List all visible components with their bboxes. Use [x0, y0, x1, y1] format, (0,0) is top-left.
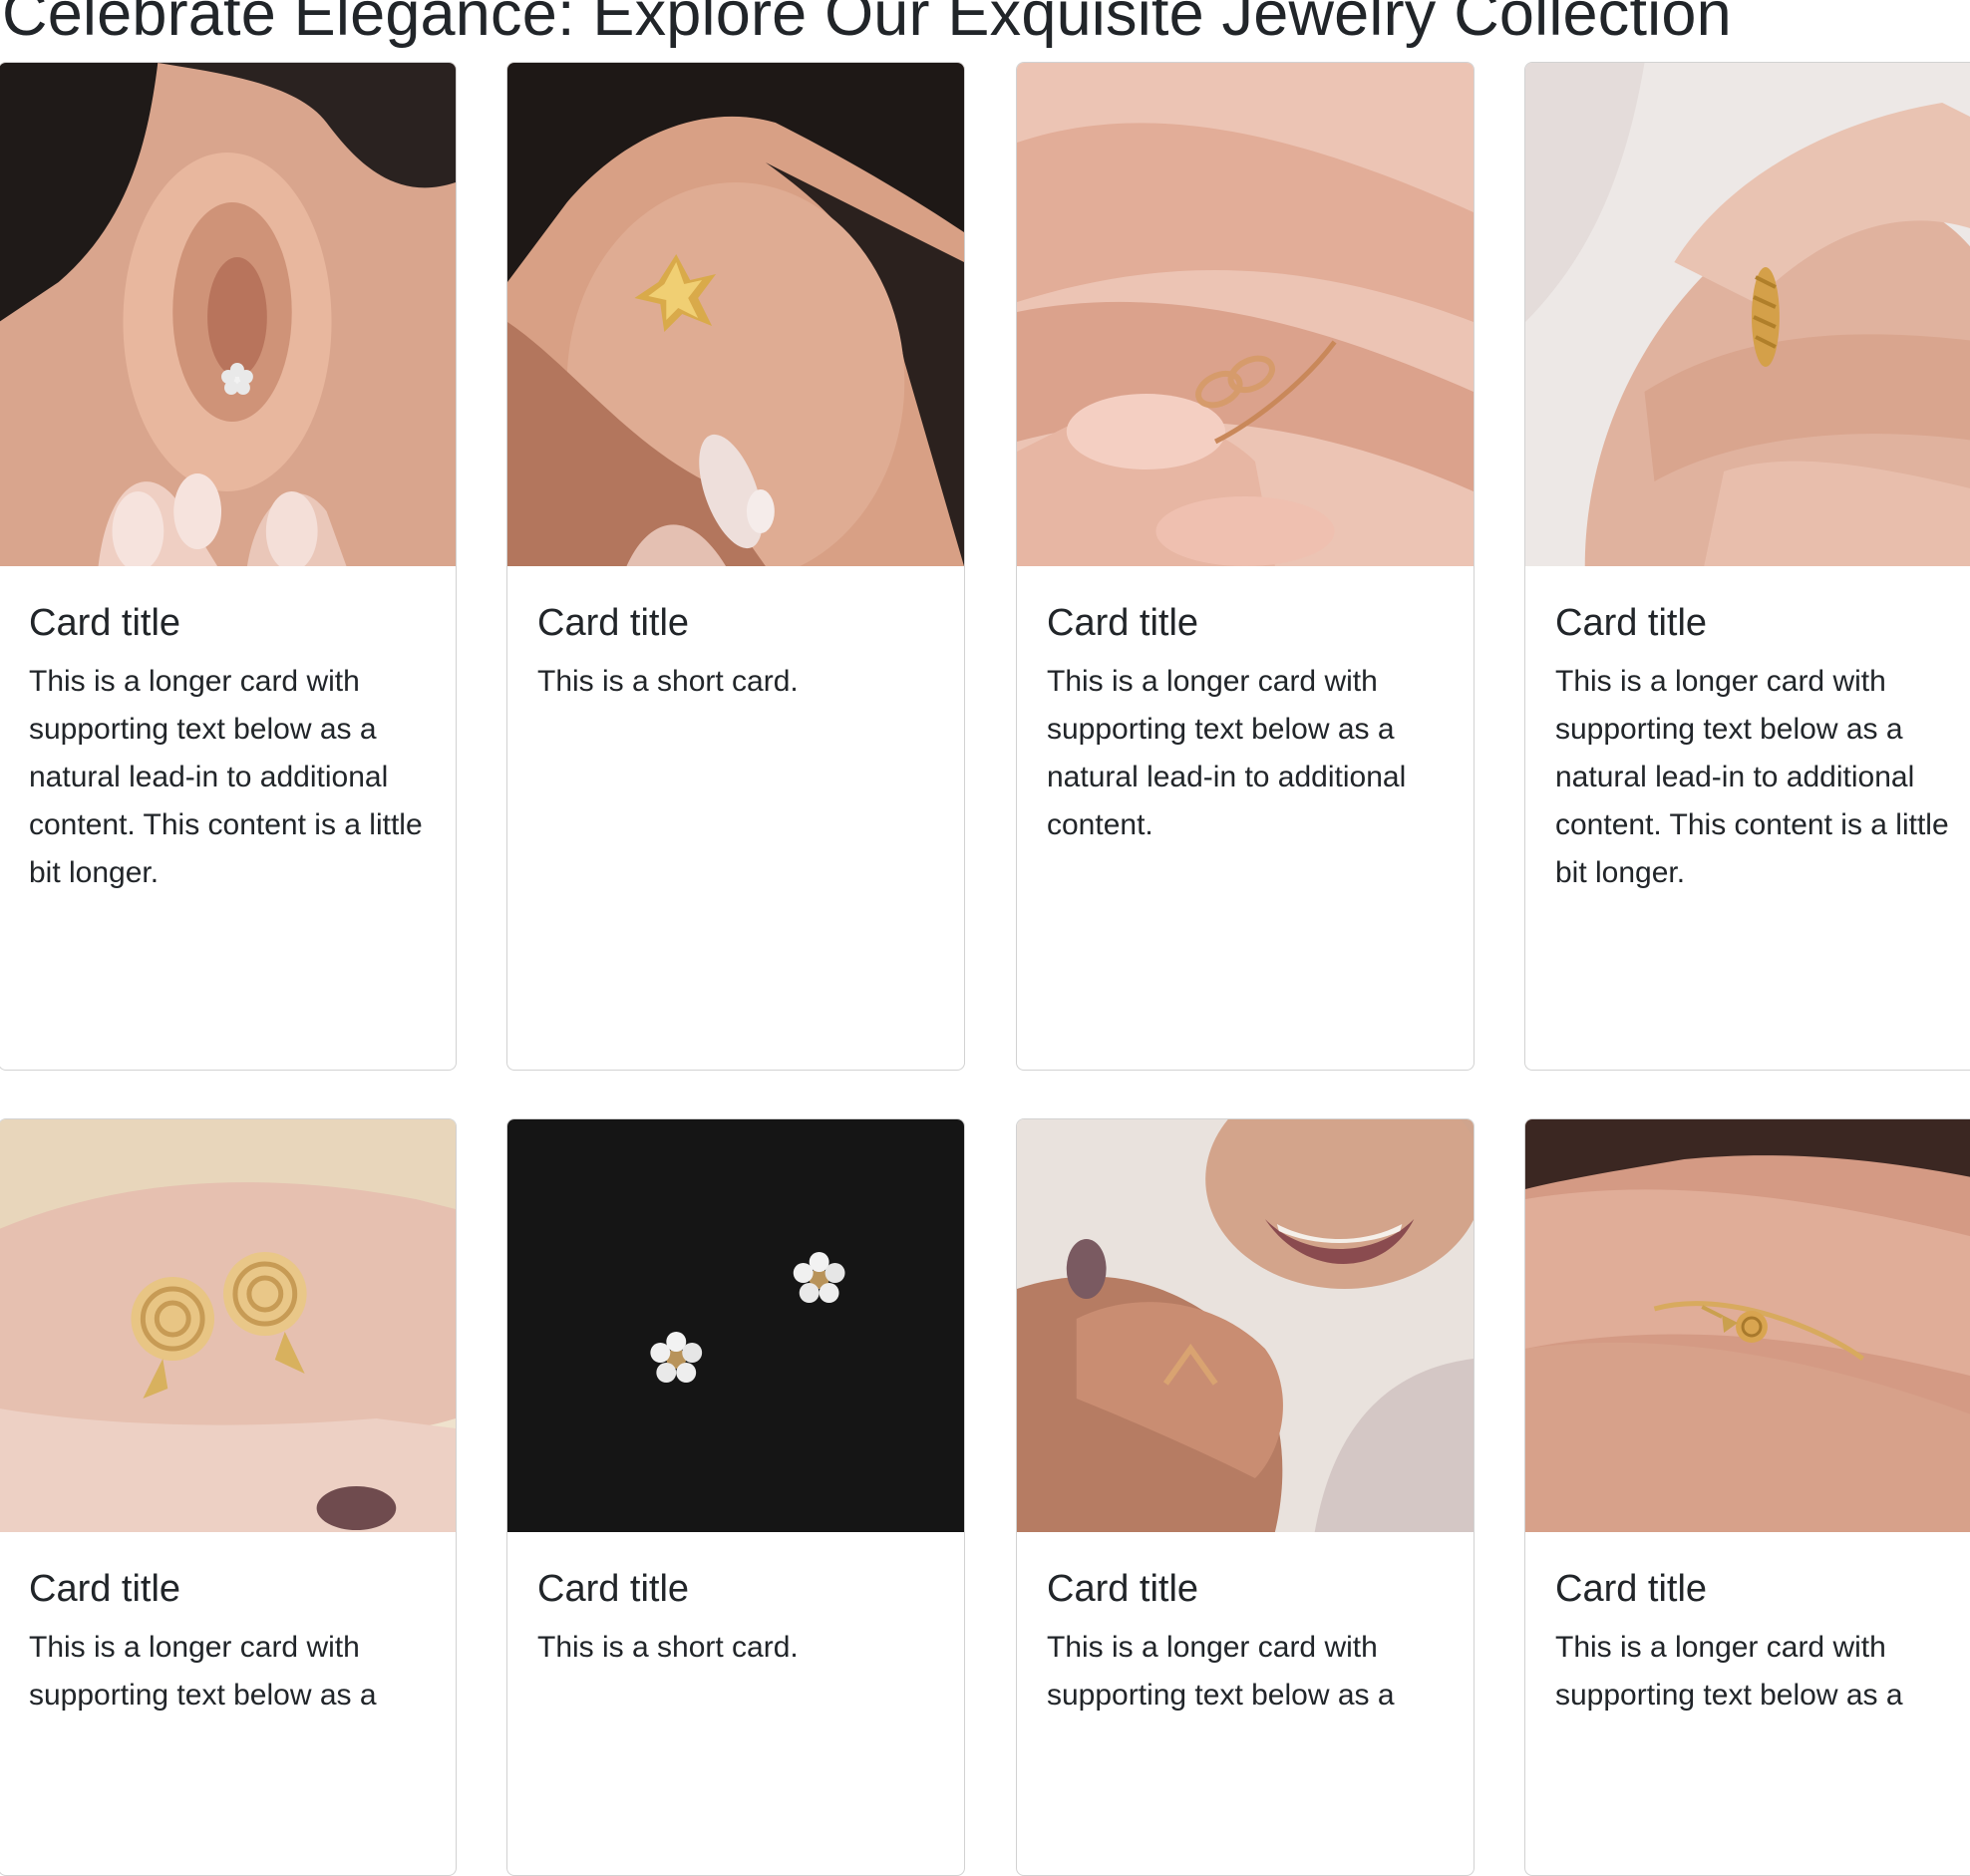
card-title: Card title — [537, 602, 690, 644]
card-body: Card title This is a short card. — [507, 566, 964, 736]
card-title: Card title — [29, 1568, 181, 1610]
card-flower-studs[interactable]: Card title This is a short card. — [506, 1118, 965, 1876]
card-body: Card title This is a longer card with su… — [1017, 1532, 1474, 1749]
card-ear-stud[interactable]: Card title This is a longer card with su… — [0, 62, 457, 1071]
card-body: Card title This is a longer card with su… — [0, 566, 456, 927]
ear-leaf-earring-image — [507, 63, 964, 566]
card-body: Card title This is a short card. — [507, 1532, 964, 1702]
card-body: Card title This is a longer card with su… — [1017, 566, 1474, 879]
card-infinity-ring[interactable]: Card title This is a longer card with su… — [1016, 62, 1475, 1071]
card-title: Card title — [1047, 602, 1199, 644]
rose-ring-image — [1525, 1119, 1970, 1532]
ear-stud-flower-image — [0, 63, 456, 566]
chevron-ring-smile-image — [1017, 1119, 1474, 1532]
flower-studs-black-image — [507, 1119, 964, 1532]
card-title: Card title — [537, 1568, 690, 1610]
card-chevron-ring[interactable]: Card title This is a longer card with su… — [1016, 1118, 1475, 1876]
card-title: Card title — [1555, 602, 1708, 644]
page-title: Celebrate Elegance: Explore Our Exquisit… — [2, 0, 1732, 49]
card-body: Card title This is a longer card with su… — [1525, 1532, 1970, 1749]
card-rose-ring[interactable]: Card title This is a longer card with su… — [1524, 1118, 1970, 1876]
card-text: This is a longer card with supporting te… — [29, 1631, 377, 1712]
twisted-band-ring-image — [1525, 63, 1970, 566]
card-text: This is a longer card with supporting te… — [1047, 665, 1407, 841]
card-text: This is a short card. — [537, 665, 799, 698]
card-body: Card title This is a longer card with su… — [1525, 566, 1970, 927]
rose-earrings-image — [0, 1119, 456, 1532]
infinity-ring-image — [1017, 63, 1474, 566]
card-text: This is a longer card with supporting te… — [1555, 1631, 1903, 1712]
card-text: This is a short card. — [537, 1631, 799, 1664]
card-title: Card title — [1047, 1568, 1199, 1610]
card-text: This is a longer card with supporting te… — [1555, 665, 1949, 889]
card-leaf-earring[interactable]: Card title This is a short card. — [506, 62, 965, 1071]
card-twisted-ring[interactable]: Card title This is a longer card with su… — [1524, 62, 1970, 1071]
card-title: Card title — [1555, 1568, 1708, 1610]
card-rose-earrings[interactable]: Card title This is a longer card with su… — [0, 1118, 457, 1876]
card-text: This is a longer card with supporting te… — [1047, 1631, 1395, 1712]
card-title: Card title — [29, 602, 181, 644]
card-text: This is a longer card with supporting te… — [29, 665, 423, 889]
card-body: Card title This is a longer card with su… — [0, 1532, 456, 1749]
